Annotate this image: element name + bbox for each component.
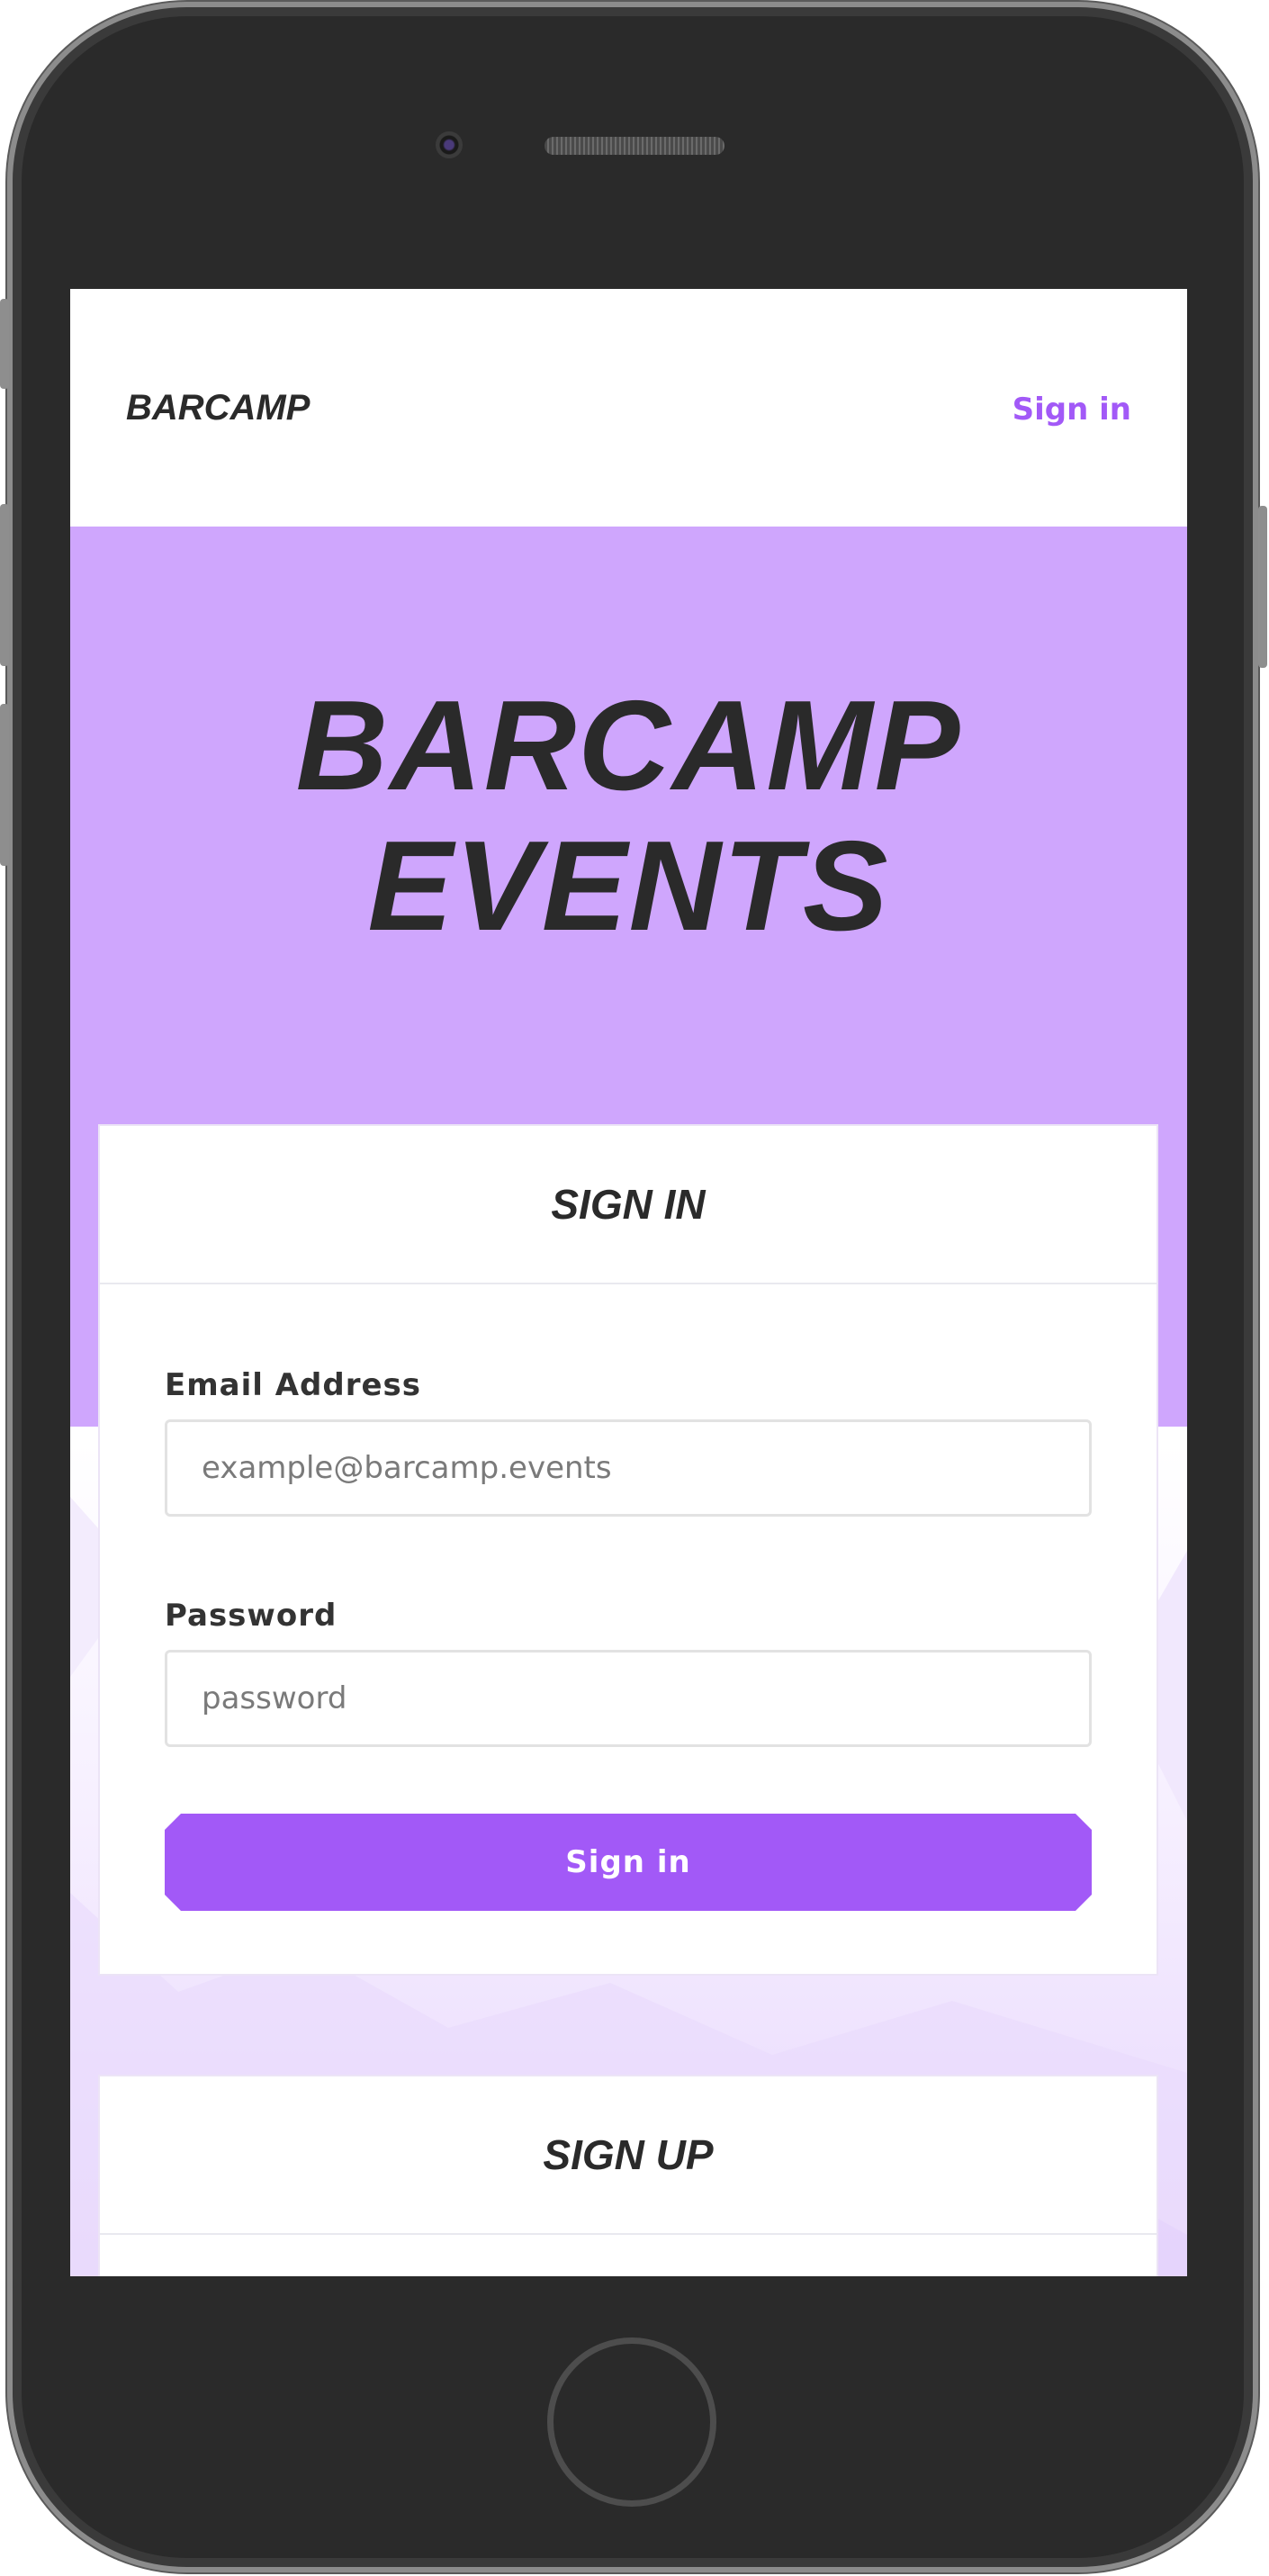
signup-card-title: SIGN UP [543, 2131, 714, 2178]
nav-signin-link[interactable]: Sign in [1012, 392, 1131, 428]
signup-card: SIGN UP [98, 2075, 1158, 2276]
hero-title-line1: BARCAMP [295, 674, 962, 817]
hero-title-line2: EVENTS [367, 815, 890, 958]
mute-switch [0, 299, 9, 389]
logo[interactable]: BARCAMP [126, 388, 310, 428]
hero-title: BARCAMP EVENTS [70, 676, 1187, 957]
volume-down-button [0, 704, 9, 866]
screen: BARCAMP Sign in BARCAMP EVENTS SIGN IN E… [70, 289, 1187, 2276]
signin-submit-button[interactable]: Sign in [165, 1814, 1092, 1911]
speaker-grille [544, 137, 724, 155]
email-field[interactable] [165, 1419, 1092, 1517]
home-button[interactable] [547, 2337, 716, 2507]
email-label: Email Address [165, 1367, 422, 1403]
volume-up-button [0, 504, 9, 666]
power-button [1258, 506, 1267, 668]
password-label: Password [165, 1598, 338, 1634]
signin-card: SIGN IN Email Address Password Sign in [98, 1124, 1158, 1976]
front-camera [436, 131, 463, 158]
password-field[interactable] [165, 1650, 1092, 1747]
signin-card-header: SIGN IN [100, 1126, 1156, 1284]
signup-card-header: SIGN UP [100, 2076, 1156, 2235]
top-nav: BARCAMP Sign in [70, 289, 1187, 527]
signin-card-title: SIGN IN [551, 1181, 706, 1228]
